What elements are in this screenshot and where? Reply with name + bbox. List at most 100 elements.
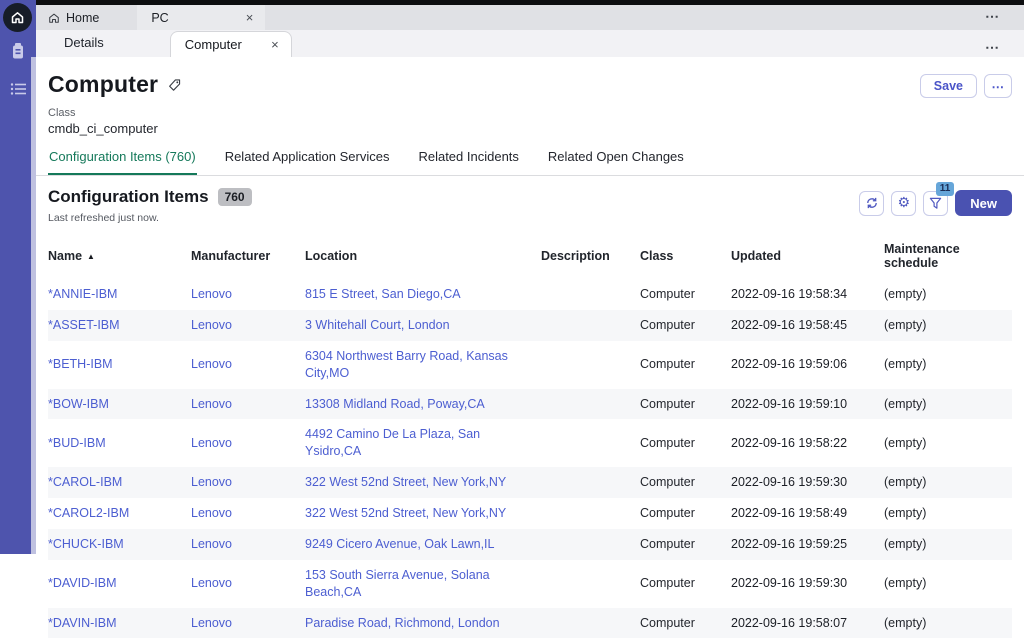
record-page: Computer Class cmdb_ci_computer Save ⋯ C… bbox=[36, 57, 1024, 554]
cell-name[interactable]: *CHUCK-IBM bbox=[48, 529, 191, 560]
cell-description bbox=[541, 287, 640, 301]
cell-updated: 2022-09-16 19:58:49 bbox=[731, 498, 884, 529]
window-tab-pc-label: PC bbox=[151, 11, 168, 25]
cell-name[interactable]: *CAROL2-IBM bbox=[48, 498, 191, 529]
cell-manufacturer[interactable]: Lenovo bbox=[191, 529, 305, 560]
cell-location[interactable]: 3 Whitehall Court, London bbox=[305, 310, 541, 341]
gear-icon: ⚙ bbox=[897, 196, 910, 210]
cell-description bbox=[541, 537, 640, 551]
cell-location[interactable]: Paradise Road, Richmond, London bbox=[305, 608, 541, 638]
workspace-tab-computer-label: Computer bbox=[185, 37, 242, 52]
cell-name[interactable]: *ASSET-IBM bbox=[48, 310, 191, 341]
cell-name[interactable]: *CAROL-IBM bbox=[48, 467, 191, 498]
workspace-tab-details[interactable]: Details bbox=[64, 35, 104, 57]
cell-updated: 2022-09-16 19:58:22 bbox=[731, 428, 884, 459]
tab-related-application-services[interactable]: Related Application Services bbox=[224, 149, 391, 175]
column-header-description[interactable]: Description bbox=[541, 240, 640, 272]
cell-description bbox=[541, 436, 640, 450]
column-header-maintenance-schedule[interactable]: Maintenance schedule bbox=[884, 233, 1012, 279]
record-more-button[interactable]: ⋯ bbox=[984, 74, 1012, 98]
more-options-icon[interactable]: ⋯ bbox=[985, 39, 1000, 56]
table-row: *ASSET-IBMLenovo3 Whitehall Court, Londo… bbox=[48, 310, 1012, 341]
cell-location[interactable]: 13308 Midland Road, Poway,CA bbox=[305, 389, 541, 420]
window-tab-pc[interactable]: PC × bbox=[137, 5, 265, 30]
cell-class: Computer bbox=[640, 608, 731, 638]
save-button[interactable]: Save bbox=[920, 74, 977, 98]
cell-location[interactable]: 9249 Cicero Avenue, Oak Lawn,IL bbox=[305, 529, 541, 560]
tab-related-open-changes[interactable]: Related Open Changes bbox=[547, 149, 685, 175]
refresh-icon bbox=[865, 196, 879, 210]
column-header-manufacturer[interactable]: Manufacturer bbox=[191, 240, 305, 272]
refresh-button[interactable] bbox=[859, 191, 884, 216]
cell-maintenance: (empty) bbox=[884, 467, 1012, 498]
cell-manufacturer[interactable]: Lenovo bbox=[191, 568, 305, 599]
cell-description bbox=[541, 577, 640, 591]
cell-manufacturer[interactable]: Lenovo bbox=[191, 389, 305, 420]
cell-location[interactable]: 153 South Sierra Avenue, Solana Beach,CA bbox=[305, 560, 541, 608]
table-body: *ANNIE-IBMLenovo815 E Street, San Diego,… bbox=[48, 279, 1012, 638]
page-title: Computer bbox=[48, 71, 158, 98]
cell-updated: 2022-09-16 19:59:06 bbox=[731, 349, 884, 380]
top-window-bar bbox=[0, 0, 1024, 5]
cell-location[interactable]: 815 E Street, San Diego,CA bbox=[305, 279, 541, 310]
table-row: *CAROL2-IBMLenovo322 West 52nd Street, N… bbox=[48, 498, 1012, 529]
list-settings-button[interactable]: ⚙ bbox=[891, 191, 916, 216]
cell-maintenance: (empty) bbox=[884, 498, 1012, 529]
sidebar-item-list[interactable] bbox=[9, 80, 27, 98]
cell-manufacturer[interactable]: Lenovo bbox=[191, 608, 305, 638]
sort-ascending-icon: ▲ bbox=[87, 252, 95, 261]
cell-location[interactable]: 322 West 52nd Street, New York,NY bbox=[305, 498, 541, 529]
new-button[interactable]: New bbox=[955, 190, 1012, 216]
list-header: Configuration Items 760 Last refreshed j… bbox=[36, 176, 1024, 224]
close-icon[interactable]: × bbox=[246, 11, 254, 24]
column-header-name[interactable]: Name▲ bbox=[48, 240, 191, 272]
cell-maintenance: (empty) bbox=[884, 349, 1012, 380]
cell-class: Computer bbox=[640, 529, 731, 560]
cell-maintenance: (empty) bbox=[884, 529, 1012, 560]
cell-location[interactable]: 322 West 52nd Street, New York,NY bbox=[305, 467, 541, 498]
cell-location[interactable]: 4492 Camino De La Plaza, San Ysidro,CA bbox=[305, 419, 541, 467]
app-logo[interactable] bbox=[3, 3, 32, 32]
table-row: *CHUCK-IBMLenovo9249 Cicero Avenue, Oak … bbox=[48, 529, 1012, 560]
cell-manufacturer[interactable]: Lenovo bbox=[191, 498, 305, 529]
window-tab-home-label: Home bbox=[66, 11, 99, 25]
cell-location[interactable]: 6304 Northwest Barry Road, Kansas City,M… bbox=[305, 341, 541, 389]
cell-manufacturer[interactable]: Lenovo bbox=[191, 349, 305, 380]
tag-icon[interactable] bbox=[167, 78, 182, 93]
cell-description bbox=[541, 397, 640, 411]
cell-maintenance: (empty) bbox=[884, 279, 1012, 310]
cell-maintenance: (empty) bbox=[884, 568, 1012, 599]
cell-description bbox=[541, 506, 640, 520]
cell-manufacturer[interactable]: Lenovo bbox=[191, 279, 305, 310]
tab-related-incidents[interactable]: Related Incidents bbox=[417, 149, 519, 175]
cell-name[interactable]: *ANNIE-IBM bbox=[48, 279, 191, 310]
tab-configuration-items-760-[interactable]: Configuration Items (760) bbox=[48, 149, 197, 175]
cell-name[interactable]: *BUD-IBM bbox=[48, 428, 191, 459]
more-options-icon[interactable]: ⋯ bbox=[985, 8, 1000, 25]
sidebar-item-cmdb[interactable] bbox=[9, 42, 27, 60]
class-field-label: Class bbox=[48, 107, 1012, 119]
close-icon[interactable]: × bbox=[271, 38, 279, 51]
column-header-location[interactable]: Location bbox=[305, 240, 541, 272]
column-header-class[interactable]: Class bbox=[640, 240, 731, 272]
cell-name[interactable]: *DAVID-IBM bbox=[48, 568, 191, 599]
cell-manufacturer[interactable]: Lenovo bbox=[191, 310, 305, 341]
cell-class: Computer bbox=[640, 279, 731, 310]
cell-name[interactable]: *BETH-IBM bbox=[48, 349, 191, 380]
cell-name[interactable]: *BOW-IBM bbox=[48, 389, 191, 420]
cell-name[interactable]: *DAVIN-IBM bbox=[48, 608, 191, 638]
cell-description bbox=[541, 318, 640, 332]
cell-manufacturer[interactable]: Lenovo bbox=[191, 467, 305, 498]
cell-updated: 2022-09-16 19:59:30 bbox=[731, 568, 884, 599]
cell-description bbox=[541, 358, 640, 372]
cell-maintenance: (empty) bbox=[884, 608, 1012, 638]
cell-manufacturer[interactable]: Lenovo bbox=[191, 428, 305, 459]
column-header-updated[interactable]: Updated bbox=[731, 240, 884, 272]
window-tab-home[interactable]: Home bbox=[36, 5, 113, 30]
cell-class: Computer bbox=[640, 310, 731, 341]
window-tab-bar: Home PC × ⋯ bbox=[36, 5, 1024, 30]
filter-count-badge: 11 bbox=[936, 182, 955, 196]
table-row: *DAVIN-IBMLenovoParadise Road, Richmond,… bbox=[48, 608, 1012, 638]
workspace-tab-computer[interactable]: Computer × bbox=[170, 31, 292, 57]
cell-maintenance: (empty) bbox=[884, 428, 1012, 459]
